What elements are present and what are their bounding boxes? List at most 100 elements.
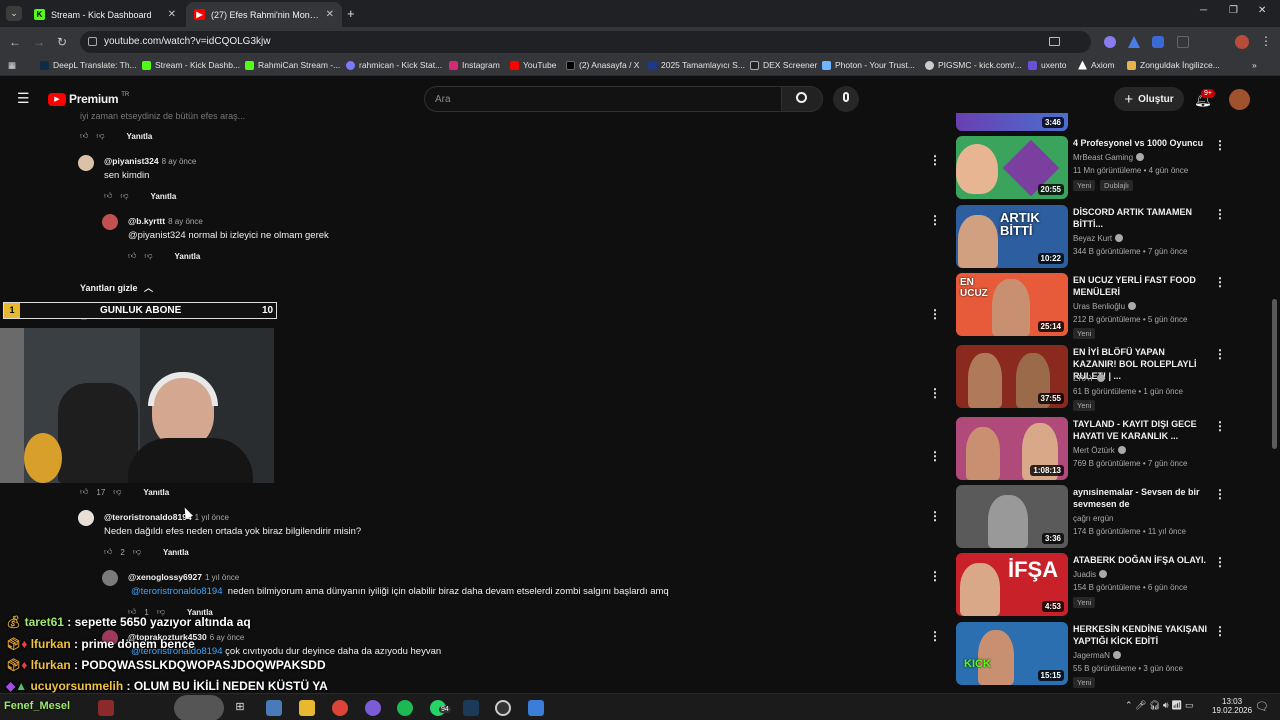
- new-tab-button[interactable]: +: [347, 6, 355, 21]
- hamburger-menu-icon[interactable]: ☰: [17, 91, 30, 105]
- profile-avatar[interactable]: [1235, 35, 1249, 49]
- video-thumbnail[interactable]: 3:46: [956, 113, 1068, 131]
- minimize-icon[interactable]: ─: [1200, 5, 1207, 16]
- video-title[interactable]: aynısinemalar - Sevsen de bir sevmesen d…: [1073, 486, 1208, 510]
- tab-kick-dashboard[interactable]: K Stream - Kick Dashboard ✕: [26, 2, 184, 27]
- comment-menu-icon[interactable]: ⋮: [929, 387, 941, 399]
- comment-author[interactable]: @xenoglossy6927 1 yıl önce: [128, 572, 239, 582]
- reload-icon[interactable]: ↻: [57, 35, 67, 49]
- page-scrollbar[interactable]: [1271, 121, 1278, 691]
- restore-icon[interactable]: ❐: [1229, 5, 1238, 16]
- address-bar[interactable]: youtube.com/watch?v=idCQOLG3kjw: [80, 31, 1091, 53]
- channel-name[interactable]: Mert Öztürk: [1073, 446, 1126, 455]
- bookmark-photon[interactable]: Photon - Your Trust...: [822, 60, 915, 70]
- reply-button[interactable]: Yanıtla: [127, 132, 153, 141]
- recommended-video[interactable]: 20:55 4 Profesyonel vs 1000 Oyuncu MrBea…: [956, 136, 1271, 202]
- search-button[interactable]: [781, 86, 823, 112]
- bookmark-rahmican-stream[interactable]: RahmiCan Stream -...: [245, 60, 340, 70]
- recommended-video[interactable]: KICK 15:15 HERKESİN KENDİNE YAKIŞANI YAP…: [956, 622, 1271, 688]
- dislike-icon[interactable]: 👎︎: [113, 487, 121, 497]
- extension-icon[interactable]: [1104, 36, 1116, 48]
- dislike-icon[interactable]: 👎︎: [133, 547, 141, 557]
- recommended-video[interactable]: 37:55 EN İYİ BLÖFÜ YAPAN KAZANIR! BOL RO…: [956, 345, 1271, 411]
- site-info-icon[interactable]: [88, 37, 97, 46]
- video-thumbnail[interactable]: KICK 15:15: [956, 622, 1068, 685]
- bookmark-kick-dashboard[interactable]: Stream - Kick Dashb...: [142, 60, 240, 70]
- video-menu-icon[interactable]: ⋮: [1214, 139, 1226, 151]
- recommended-video[interactable]: ARTIK BİTTİ 10:22 DİSCORD ARTIK TAMAMEN …: [956, 205, 1271, 271]
- video-menu-icon[interactable]: ⋮: [1214, 276, 1226, 288]
- hide-replies-button[interactable]: Yanıtları gizle ︿: [80, 281, 153, 294]
- bookmark-deepl[interactable]: DeepL Translate: Th...: [40, 60, 137, 70]
- bookmark-instagram[interactable]: Instagram: [449, 60, 500, 70]
- reply-button[interactable]: Yanıtla: [151, 192, 177, 201]
- recommended-video[interactable]: EN UCUZ 25:14 EN UCUZ YERLİ FAST FOOD ME…: [956, 273, 1271, 339]
- video-title[interactable]: DİSCORD ARTIK TAMAMEN BİTTİ...: [1073, 206, 1208, 230]
- avatar[interactable]: [102, 214, 118, 230]
- video-menu-icon[interactable]: ⋮: [1214, 348, 1226, 360]
- video-menu-icon[interactable]: ⋮: [1214, 488, 1226, 500]
- bookmark-uxento[interactable]: uxento: [1028, 60, 1067, 70]
- menu-icon[interactable]: ⋮: [1260, 34, 1272, 48]
- tab-search-button[interactable]: ⌄: [6, 6, 22, 21]
- steam-icon[interactable]: [463, 700, 479, 716]
- taskbar-search-icon[interactable]: [174, 695, 224, 720]
- tray-icons[interactable]: ⌃ 🎤︎ 🎧︎ 🔊︎ 📶︎ ▭: [1125, 700, 1194, 711]
- apps-icon[interactable]: ▦: [8, 60, 16, 71]
- task-view-icon[interactable]: ⊞: [232, 700, 248, 716]
- create-button[interactable]: + Oluştur: [1114, 87, 1184, 111]
- video-menu-icon[interactable]: ⋮: [1214, 208, 1226, 220]
- file-explorer-icon[interactable]: [266, 700, 282, 716]
- like-icon[interactable]: 👍︎: [80, 131, 88, 141]
- comment-menu-icon[interactable]: ⋮: [929, 450, 941, 462]
- dislike-icon[interactable]: 👎︎: [120, 191, 128, 201]
- video-menu-icon[interactable]: ⋮: [1214, 420, 1226, 432]
- video-title[interactable]: TAYLAND - KAYIT DIŞI GECE HAYATI VE KARA…: [1073, 418, 1208, 442]
- bookmark-axiom[interactable]: Axiom: [1078, 60, 1115, 70]
- video-menu-icon[interactable]: ⋮: [1214, 625, 1226, 637]
- video-title[interactable]: ATABERK DOĞAN İFŞA OLAYI.: [1073, 554, 1208, 566]
- video-thumbnail[interactable]: EN UCUZ 25:14: [956, 273, 1068, 336]
- obs-icon[interactable]: [495, 700, 511, 716]
- bookmark-dex-screener[interactable]: DEX Screener: [750, 60, 817, 70]
- channel-name[interactable]: ERAY: [1073, 374, 1106, 383]
- recommended-video[interactable]: 3:36 aynısinemalar - Sevsen de bir sevme…: [956, 485, 1271, 551]
- chrome-icon[interactable]: [332, 700, 348, 716]
- avatar[interactable]: [102, 570, 118, 586]
- like-icon[interactable]: 👍︎: [128, 251, 136, 261]
- account-avatar[interactable]: [1229, 89, 1250, 110]
- reply-button[interactable]: Yanıtla: [175, 252, 201, 261]
- recommended-video[interactable]: 1:08:13 TAYLAND - KAYIT DIŞI GECE HAYATI…: [956, 417, 1271, 483]
- video-title[interactable]: 4 Profesyonel vs 1000 Oyuncu: [1073, 137, 1208, 149]
- comment-menu-icon[interactable]: ⋮: [929, 510, 941, 522]
- channel-name[interactable]: Juadis: [1073, 570, 1108, 579]
- install-app-icon[interactable]: [1049, 37, 1060, 46]
- bookmark-kick-stats[interactable]: rahmican - Kick Stat...: [346, 60, 442, 70]
- close-icon[interactable]: ✕: [168, 9, 176, 20]
- video-thumbnail[interactable]: 1:08:13: [956, 417, 1068, 480]
- youtube-premium-logo[interactable]: ▶ Premium TR: [48, 92, 129, 106]
- scrollbar-thumb[interactable]: [1272, 299, 1277, 449]
- more-bookmarks-icon[interactable]: »: [1252, 60, 1257, 70]
- tab-youtube-video[interactable]: ▶ (27) Efes Rahmi'nin Monitörünü... ✕: [186, 2, 342, 27]
- bookmark-x[interactable]: (2) Anasayfa / X: [566, 60, 639, 70]
- close-icon[interactable]: ✕: [326, 9, 334, 20]
- taskbar-app-icon[interactable]: [98, 700, 114, 716]
- spotify-icon[interactable]: [397, 700, 413, 716]
- clock[interactable]: 13:03 19.02.2026: [1212, 697, 1252, 715]
- search-input[interactable]: Ara: [424, 86, 782, 112]
- comment-menu-icon[interactable]: ⋮: [929, 154, 941, 166]
- video-menu-icon[interactable]: ⋮: [1214, 556, 1226, 568]
- notification-center-icon[interactable]: 🗨︎: [1255, 700, 1269, 713]
- app-icon[interactable]: [528, 700, 544, 716]
- comment-author[interactable]: @terorist­ronaldo8194 1 yıl önce: [104, 512, 229, 522]
- video-thumbnail[interactable]: 20:55: [956, 136, 1068, 199]
- video-title[interactable]: HERKESİN KENDİNE YAKIŞANI YAPTIĞI KİCK E…: [1073, 623, 1208, 647]
- channel-name[interactable]: Uras Benlioğlu: [1073, 302, 1137, 311]
- video-thumbnail[interactable]: 3:36: [956, 485, 1068, 548]
- comment-author[interactable]: @piyanist324 8 ay önce: [104, 156, 196, 166]
- comment-menu-icon[interactable]: ⋮: [929, 214, 941, 226]
- video-thumbnail[interactable]: ARTIK BİTTİ 10:22: [956, 205, 1068, 268]
- comment-menu-icon[interactable]: ⋮: [929, 308, 941, 320]
- video-thumbnail[interactable]: 37:55: [956, 345, 1068, 408]
